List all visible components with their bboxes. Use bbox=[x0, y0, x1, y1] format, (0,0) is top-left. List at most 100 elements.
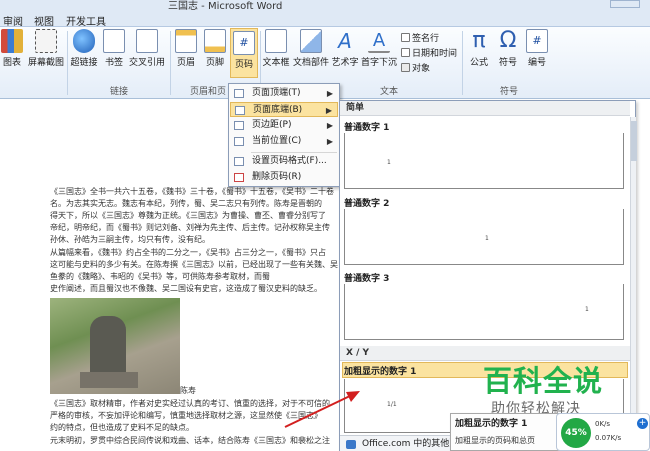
footer-icon bbox=[204, 29, 226, 53]
symbol-label: 符号 bbox=[498, 58, 517, 68]
watermark-title: 百科全说 bbox=[483, 364, 604, 398]
doc-line: 严格的审核，不妄加评论和编写，慎重地选择取材之源，这显然使《三国志》 bbox=[50, 411, 322, 420]
tooltip-description: 加粗显示的页码和总页 bbox=[455, 436, 535, 445]
current-position-icon bbox=[234, 137, 244, 146]
doc-line: 《三国志》取材精审，作者对史实经过认真的考订、慎重的选择，对于不可信的 bbox=[50, 399, 330, 408]
gallery-item-plain3[interactable]: 1 bbox=[344, 284, 624, 340]
upload-speed: 0.07K/s bbox=[595, 434, 622, 442]
gallery-item-title: 普通数字 3 bbox=[344, 274, 390, 284]
menu-item-current-position[interactable]: 当前位置(C) ▶ bbox=[230, 134, 338, 149]
tab-view[interactable]: 视图 bbox=[34, 13, 54, 28]
signature-label: 签名行 bbox=[412, 34, 440, 44]
chart-button[interactable]: 图表 bbox=[0, 29, 24, 68]
pi-icon: π bbox=[472, 28, 486, 53]
dropcap-button[interactable]: A 首字下沉 bbox=[360, 29, 398, 68]
doc-line: 鱼豢的《魏略》、韦昭的《吴书》等，可供陈寿参考取材，而蜀 bbox=[50, 272, 270, 281]
bookmark-icon bbox=[103, 29, 125, 53]
photo-caption: 陈寿 bbox=[180, 386, 196, 395]
doc-line: 名。为志其实无志。魏志有本纪，列传，蜀、吴二志只有列传。陈寿是晋朝的 bbox=[50, 199, 322, 208]
preview-number: 1 bbox=[387, 159, 391, 166]
menu-item-format-pagenum[interactable]: 设置页码格式(F)... bbox=[230, 154, 338, 169]
group-text-label: 文本 bbox=[380, 87, 399, 97]
quickparts-button[interactable]: 文档部件 bbox=[292, 29, 330, 68]
network-speed-widget[interactable]: 45% 0K/s 0.07K/s + bbox=[556, 413, 650, 451]
menu-item-page-margins[interactable]: 页边距(P) ▶ bbox=[230, 118, 338, 133]
screenshot-icon bbox=[35, 29, 57, 53]
equation-button[interactable]: π 公式 bbox=[465, 28, 493, 69]
download-speed: 0K/s bbox=[595, 420, 611, 428]
screenshot-button[interactable]: 屏幕截图 bbox=[26, 29, 66, 68]
datetime-button[interactable]: 日期和时间 bbox=[401, 46, 457, 59]
footer-label: 页脚 bbox=[205, 58, 224, 68]
symbol-button[interactable]: Ω 符号 bbox=[494, 28, 522, 69]
menu-item-remove-pagenum[interactable]: 删除页码(R) bbox=[230, 170, 338, 185]
dropcap-label: 首字下沉 bbox=[360, 58, 397, 68]
quickparts-label: 文档部件 bbox=[292, 58, 329, 68]
gallery-item-title: 普通数字 2 bbox=[344, 199, 390, 209]
plus-icon[interactable]: + bbox=[637, 418, 648, 429]
textbox-label: 文本框 bbox=[262, 58, 290, 68]
title-bar: 三国志 - Microsoft Word bbox=[0, 0, 650, 12]
omega-icon: Ω bbox=[499, 28, 517, 53]
doc-line: 约的特点，但也造成了史料不足的缺点。 bbox=[50, 423, 194, 432]
ribbon-separator bbox=[462, 31, 463, 95]
submenu-arrow-icon: ▶ bbox=[326, 89, 333, 98]
pagenum-button[interactable]: # 页码 bbox=[230, 28, 258, 78]
doc-line: 孙休、孙皓为三嗣主传，均只有传，没有纪。 bbox=[50, 235, 210, 244]
ribbon-tabs: 审阅 视图 开发工具 bbox=[0, 10, 650, 28]
scrollbar-thumb[interactable] bbox=[631, 121, 637, 161]
crossref-label: 交叉引用 bbox=[128, 58, 165, 68]
menu-item-label: 删除页码(R) bbox=[252, 172, 302, 182]
menu-item-page-bottom[interactable]: 页面底端(B) ▶ bbox=[230, 102, 338, 117]
object-label: 对象 bbox=[412, 64, 431, 74]
header-button[interactable]: 页眉 bbox=[172, 29, 200, 68]
statue-photo[interactable] bbox=[50, 298, 180, 394]
number-button[interactable]: # 编号 bbox=[523, 29, 551, 68]
wordart-label: 艺术字 bbox=[331, 58, 359, 68]
dropcap-icon: A bbox=[368, 29, 390, 53]
hyperlink-label: 超链接 bbox=[70, 58, 98, 68]
doc-line: 《三国志》全书一共六十五卷，《魏书》三十卷，《蜀书》十五卷，《吴书》二十卷 bbox=[50, 187, 334, 196]
textbox-button[interactable]: 文本框 bbox=[261, 29, 291, 68]
calendar-icon bbox=[401, 48, 410, 57]
tooltip-title: 加粗显示的数字 1 bbox=[455, 419, 528, 429]
gallery-item-plain1[interactable]: 1 bbox=[344, 133, 624, 189]
preview-number: 1/1 bbox=[387, 401, 397, 408]
screenshot-label: 屏幕截图 bbox=[27, 58, 64, 68]
office-icon bbox=[346, 440, 356, 449]
page-top-icon bbox=[234, 89, 244, 98]
signature-button[interactable]: 签名行 bbox=[401, 31, 439, 44]
wordart-button[interactable]: A 艺术字 bbox=[331, 29, 359, 68]
textbox-icon bbox=[265, 29, 287, 53]
hyperlink-button[interactable]: 超链接 bbox=[68, 29, 100, 68]
doc-line: 史作阐述，而且蜀汉也不像魏、吴二国设有史官，这造成了蜀汉史料的缺乏。 bbox=[50, 284, 322, 293]
wordart-icon: A bbox=[338, 29, 352, 53]
chart-label: 图表 bbox=[2, 58, 21, 68]
menu-separator bbox=[251, 152, 337, 153]
gallery-section-simple: 简单 bbox=[340, 101, 630, 116]
tab-review[interactable]: 审阅 bbox=[3, 13, 23, 28]
object-button[interactable]: 对象 bbox=[401, 61, 430, 74]
doc-line: 得天下，所以《三国志》尊魏为正统。《三国志》为曹操、曹丕、曹睿分别写了 bbox=[50, 211, 326, 220]
window-controls[interactable] bbox=[610, 0, 640, 8]
object-icon bbox=[401, 63, 410, 72]
page-margins-icon bbox=[234, 121, 244, 130]
gallery-scrollbar[interactable] bbox=[630, 117, 637, 437]
group-symbols-label: 符号 bbox=[500, 87, 519, 97]
footer-button[interactable]: 页脚 bbox=[201, 29, 229, 68]
crossref-button[interactable]: 交叉引用 bbox=[127, 29, 167, 68]
pagenum-label: 页码 bbox=[234, 60, 253, 70]
remove-pagenum-icon bbox=[234, 173, 244, 182]
doc-line: 元末明初，罗贯中综合民间传说和戏曲、话本，结合陈寿《三国志》和裴松之注 bbox=[50, 436, 330, 445]
submenu-arrow-icon: ▶ bbox=[326, 137, 333, 146]
group-links-label: 链接 bbox=[110, 87, 129, 97]
tab-developer[interactable]: 开发工具 bbox=[66, 13, 106, 28]
statue-figure bbox=[90, 316, 126, 376]
doc-line: 帝纪，明帝纪，而《蜀书》则记刘备、刘禅为先主传、后主传。记孙权称吴主传 bbox=[50, 223, 330, 232]
menu-item-page-top[interactable]: 页面顶端(T) ▶ bbox=[230, 86, 338, 101]
equation-label: 公式 bbox=[469, 58, 488, 68]
watermark: 百科全说 助你轻松解决 bbox=[463, 350, 623, 420]
gallery-item-plain2[interactable]: 1 bbox=[344, 209, 624, 265]
menu-item-label: 页面底端(B) bbox=[253, 105, 303, 115]
bookmark-button[interactable]: 书签 bbox=[102, 29, 126, 68]
